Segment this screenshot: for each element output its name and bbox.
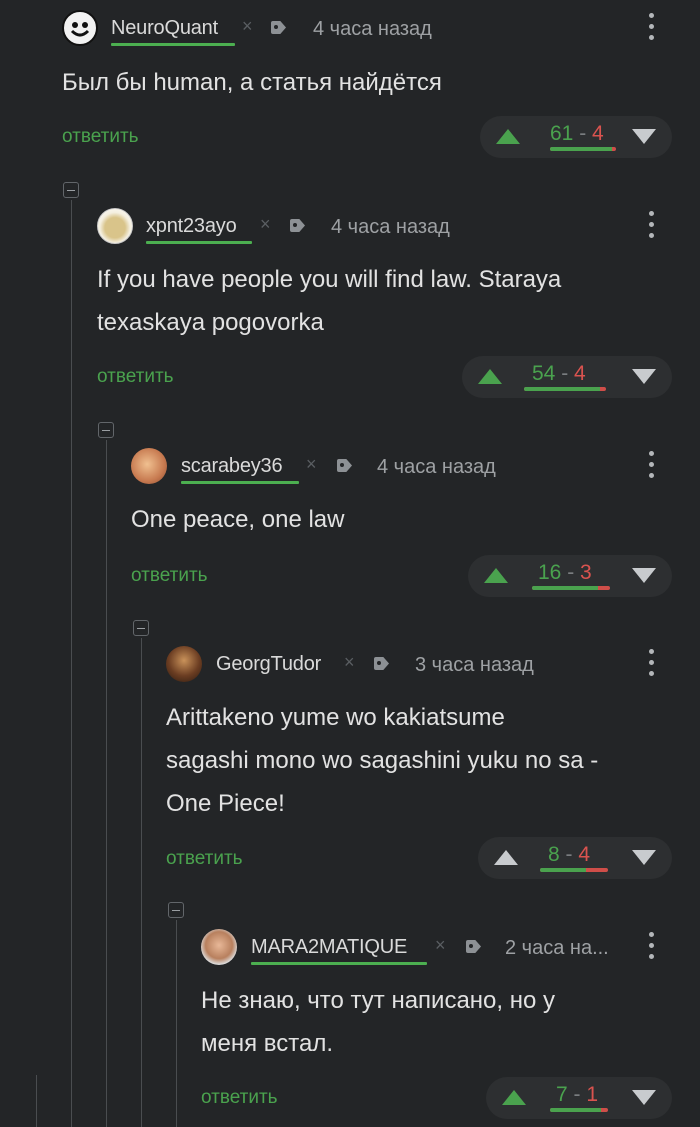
- arrow-up-icon[interactable]: [496, 129, 520, 144]
- comment-text: If you have people you will find law. St…: [97, 258, 561, 344]
- tag-icon[interactable]: [466, 940, 481, 953]
- username-underline: [146, 241, 252, 244]
- arrow-down-icon[interactable]: [632, 568, 656, 583]
- comment: scarabey36 × 4 часа назад One peace, one…: [131, 448, 700, 598]
- comment-text-line: sagashi mono wo sagashini yuku no sa -: [166, 747, 599, 774]
- timestamp: 2 часа на...: [505, 937, 609, 959]
- username[interactable]: xpnt23ayo: [146, 215, 237, 238]
- vote-widget: 7 - 1: [486, 1077, 672, 1119]
- more-vertical-icon[interactable]: [649, 451, 655, 481]
- rating-bar: [550, 1108, 608, 1112]
- rating-bar: [540, 868, 608, 872]
- arrow-up-icon[interactable]: [502, 1090, 526, 1105]
- rating-score: 54 - 4: [532, 362, 586, 385]
- username-underline: [181, 481, 299, 484]
- comment-header: scarabey36 × 4 часа назад: [131, 448, 700, 484]
- avatar[interactable]: [166, 646, 202, 682]
- collapse-thread-icon[interactable]: [133, 620, 149, 636]
- reply-button[interactable]: ответить: [131, 565, 208, 587]
- avatar[interactable]: [62, 10, 98, 46]
- comment: xpnt23ayo × 4 часа назад If you have peo…: [97, 208, 700, 408]
- reply-button[interactable]: ответить: [201, 1087, 278, 1109]
- arrow-up-icon[interactable]: [494, 850, 518, 865]
- username[interactable]: NeuroQuant: [111, 17, 218, 40]
- timestamp: 4 часа назад: [377, 456, 496, 478]
- smiley-face-icon: [70, 22, 90, 37]
- comment-text-line: Не знаю, что тут написано, но у: [201, 987, 556, 1014]
- thread-line: [141, 638, 142, 1127]
- username[interactable]: scarabey36: [181, 455, 283, 478]
- reply-button[interactable]: ответить: [97, 366, 174, 388]
- collapse-thread-icon[interactable]: [168, 902, 184, 918]
- comment-text: One peace, one law: [131, 506, 345, 533]
- more-vertical-icon[interactable]: [649, 211, 655, 241]
- comment-header: xpnt23ayo × 4 часа назад: [97, 208, 700, 244]
- rating-score: 61 - 4: [550, 122, 604, 145]
- thread-line: [36, 1075, 37, 1127]
- comment-text-line: меня встал.: [201, 1030, 333, 1057]
- rating-bar: [550, 147, 616, 151]
- reply-button[interactable]: ответить: [166, 848, 243, 870]
- rating-score: 16 - 3: [538, 561, 592, 584]
- thread-line: [106, 440, 107, 1127]
- timestamp: 4 часа назад: [331, 216, 450, 238]
- vote-widget: 54 - 4: [462, 356, 672, 398]
- arrow-down-icon[interactable]: [632, 850, 656, 865]
- comment-text-line: If you have people you will find law. St…: [97, 266, 562, 293]
- comment-text: Был бы human, а статья найдётся: [62, 69, 442, 96]
- comment-text-line: texaskaya pogovorka: [97, 309, 324, 336]
- close-icon[interactable]: ×: [260, 214, 271, 235]
- arrow-down-icon[interactable]: [632, 1090, 656, 1105]
- comment-text-line: One Piece!: [166, 790, 285, 817]
- more-vertical-icon[interactable]: [649, 649, 655, 679]
- comment: GeorgTudor × 3 часа назад Arittakeno yum…: [166, 646, 700, 886]
- tag-icon[interactable]: [271, 21, 286, 34]
- reply-button[interactable]: ответить: [62, 126, 139, 148]
- more-vertical-icon[interactable]: [649, 932, 655, 962]
- rating-bar: [524, 387, 606, 391]
- timestamp: 4 часа назад: [313, 18, 432, 40]
- comment-header: MARA2MATIQUE × 2 часа на...: [201, 929, 700, 965]
- username[interactable]: GeorgTudor: [216, 653, 321, 676]
- tag-icon[interactable]: [374, 657, 389, 670]
- comment: NeuroQuant × 4 часа назад Был бы human, …: [62, 10, 700, 160]
- vote-widget: 8 - 4: [478, 837, 672, 879]
- username[interactable]: MARA2MATIQUE: [251, 936, 407, 959]
- close-icon[interactable]: ×: [242, 16, 253, 37]
- rating-score: 7 - 1: [556, 1083, 599, 1106]
- arrow-down-icon[interactable]: [632, 129, 656, 144]
- close-icon[interactable]: ×: [344, 652, 355, 673]
- avatar[interactable]: [131, 448, 167, 484]
- comment-text: Не знаю, что тут написано, но у меня вст…: [201, 979, 555, 1065]
- tag-icon[interactable]: [337, 459, 352, 472]
- vote-widget: 61 - 4: [480, 116, 672, 158]
- timestamp: 3 часа назад: [415, 654, 534, 676]
- thread-line: [71, 200, 72, 1127]
- avatar[interactable]: [97, 208, 133, 244]
- arrow-down-icon[interactable]: [632, 369, 656, 384]
- avatar[interactable]: [201, 929, 237, 965]
- close-icon[interactable]: ×: [435, 935, 446, 956]
- comment-header: NeuroQuant × 4 часа назад: [62, 10, 700, 46]
- arrow-up-icon[interactable]: [484, 568, 508, 583]
- collapse-thread-icon[interactable]: [98, 422, 114, 438]
- arrow-up-icon[interactable]: [478, 369, 502, 384]
- more-vertical-icon[interactable]: [649, 13, 655, 43]
- username-underline: [111, 43, 235, 46]
- tag-icon[interactable]: [290, 219, 305, 232]
- thread-line: [176, 920, 177, 1127]
- comment-header: GeorgTudor × 3 часа назад: [166, 646, 700, 682]
- collapse-thread-icon[interactable]: [63, 182, 79, 198]
- comment-text: Arittakeno yume wo kakiatsume sagashi mo…: [166, 696, 598, 825]
- username-underline: [251, 962, 427, 965]
- comment-text-line: Arittakeno yume wo kakiatsume: [166, 704, 505, 731]
- close-icon[interactable]: ×: [306, 454, 317, 475]
- comment: MARA2MATIQUE × 2 часа на... Не знаю, что…: [201, 929, 700, 1127]
- rating-bar: [532, 586, 610, 590]
- rating-score: 8 - 4: [548, 843, 591, 866]
- vote-widget: 16 - 3: [468, 555, 672, 597]
